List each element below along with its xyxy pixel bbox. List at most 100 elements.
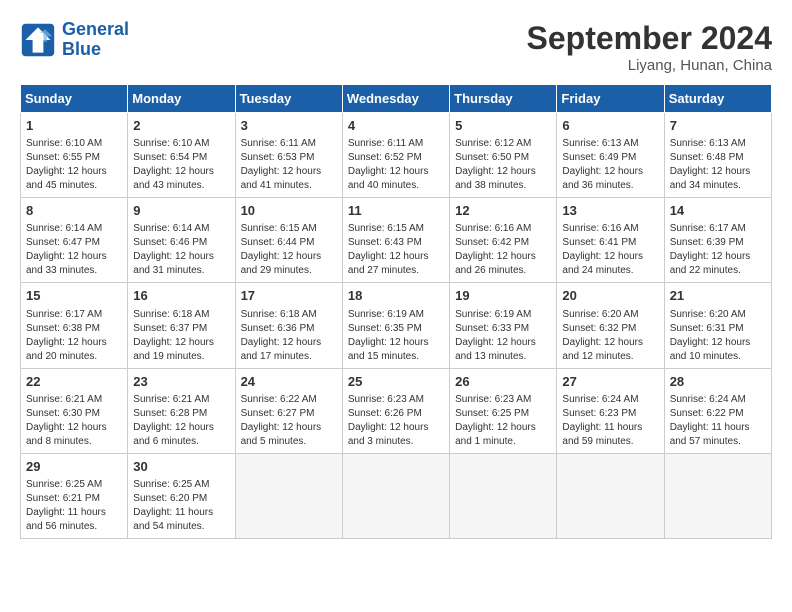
title-block: September 2024 Liyang, Hunan, China <box>527 20 772 74</box>
day-number: 4 <box>348 117 444 135</box>
calendar-day-cell: 17 Sunrise: 6:18 AM Sunset: 6:36 PM Dayli… <box>235 283 342 368</box>
day-number: 19 <box>455 287 551 305</box>
day-number: 6 <box>562 117 658 135</box>
day-number: 17 <box>241 287 337 305</box>
day-info: Sunrise: 6:16 AM Sunset: 6:42 PM Dayligh… <box>455 222 551 278</box>
calendar-day-cell <box>557 453 664 538</box>
day-number: 20 <box>562 287 658 305</box>
calendar-day-cell: 2Sunrise: 6:10 AM Sunset: 6:54 PM Daylig… <box>128 113 235 198</box>
calendar-day-cell: 3 Sunrise: 6:11 AM Sunset: 6:53 PM Daylig… <box>235 113 342 198</box>
day-info: Sunrise: 6:23 AM Sunset: 6:25 PM Dayligh… <box>455 393 551 449</box>
day-info: Sunrise: 6:25 AM Sunset: 6:21 PM Dayligh… <box>26 478 122 534</box>
day-number: 25 <box>348 373 444 391</box>
day-number: 16 <box>133 287 229 305</box>
calendar-table: SundayMondayTuesdayWednesdayThursdayFrid… <box>20 84 772 539</box>
day-of-week-header: Monday <box>128 85 235 113</box>
location: Liyang, Hunan, China <box>527 57 772 74</box>
calendar-day-cell: 7 Sunrise: 6:13 AM Sunset: 6:48 PM Daylig… <box>664 113 771 198</box>
calendar-day-cell: 6 Sunrise: 6:13 AM Sunset: 6:49 PM Daylig… <box>557 113 664 198</box>
day-number: 8 <box>26 202 122 220</box>
day-info: Sunrise: 6:13 AM Sunset: 6:49 PM Dayligh… <box>562 137 658 193</box>
calendar-week-row: 15Sunrise: 6:17 AM Sunset: 6:38 PM Dayli… <box>21 283 772 368</box>
month-title: September 2024 <box>527 20 772 57</box>
day-info: Sunrise: 6:15 AM Sunset: 6:44 PM Dayligh… <box>241 222 337 278</box>
day-number: 30 <box>133 458 229 476</box>
calendar-day-cell: 28Sunrise: 6:24 AM Sunset: 6:22 PM Dayli… <box>664 368 771 453</box>
day-info: Sunrise: 6:12 AM Sunset: 6:50 PM Dayligh… <box>455 137 551 193</box>
calendar-header-row: SundayMondayTuesdayWednesdayThursdayFrid… <box>21 85 772 113</box>
calendar-day-cell: 9Sunrise: 6:14 AM Sunset: 6:46 PM Daylig… <box>128 198 235 283</box>
calendar-day-cell: 11Sunrise: 6:15 AM Sunset: 6:43 PM Dayli… <box>342 198 449 283</box>
page-header: General Blue September 2024 Liyang, Huna… <box>20 20 772 74</box>
day-info: Sunrise: 6:18 AM Sunset: 6:37 PM Dayligh… <box>133 308 229 364</box>
day-of-week-header: Saturday <box>664 85 771 113</box>
calendar-day-cell: 19 Sunrise: 6:19 AM Sunset: 6:33 PM Dayli… <box>450 283 557 368</box>
day-info: Sunrise: 6:10 AM Sunset: 6:55 PM Dayligh… <box>26 137 122 193</box>
day-number: 24 <box>241 373 337 391</box>
calendar-day-cell: 20 Sunrise: 6:20 AM Sunset: 6:32 PM Dayli… <box>557 283 664 368</box>
day-info: Sunrise: 6:24 AM Sunset: 6:22 PM Dayligh… <box>670 393 766 449</box>
calendar-week-row: 8 Sunrise: 6:14 AM Sunset: 6:47 PM Daylig… <box>21 198 772 283</box>
day-info: Sunrise: 6:21 AM Sunset: 6:30 PM Dayligh… <box>26 393 122 449</box>
day-number: 14 <box>670 202 766 220</box>
day-number: 23 <box>133 373 229 391</box>
day-info: Sunrise: 6:19 AM Sunset: 6:35 PM Dayligh… <box>348 308 444 364</box>
day-info: Sunrise: 6:14 AM Sunset: 6:47 PM Dayligh… <box>26 222 122 278</box>
day-number: 1 <box>26 117 122 135</box>
day-info: Sunrise: 6:16 AM Sunset: 6:41 PM Dayligh… <box>562 222 658 278</box>
day-info: Sunrise: 6:23 AM Sunset: 6:26 PM Dayligh… <box>348 393 444 449</box>
day-number: 18 <box>348 287 444 305</box>
calendar-week-row: 22Sunrise: 6:21 AM Sunset: 6:30 PM Dayli… <box>21 368 772 453</box>
day-number: 10 <box>241 202 337 220</box>
day-number: 27 <box>562 373 658 391</box>
day-number: 26 <box>455 373 551 391</box>
calendar-day-cell: 1 Sunrise: 6:10 AM Sunset: 6:55 PM Daylig… <box>21 113 128 198</box>
calendar-day-cell: 25 Sunrise: 6:23 AM Sunset: 6:26 PM Dayli… <box>342 368 449 453</box>
day-info: Sunrise: 6:20 AM Sunset: 6:32 PM Dayligh… <box>562 308 658 364</box>
day-of-week-header: Wednesday <box>342 85 449 113</box>
day-info: Sunrise: 6:17 AM Sunset: 6:38 PM Dayligh… <box>26 308 122 364</box>
calendar-day-cell: 30 Sunrise: 6:25 AM Sunset: 6:20 PM Dayli… <box>128 453 235 538</box>
day-info: Sunrise: 6:24 AM Sunset: 6:23 PM Dayligh… <box>562 393 658 449</box>
day-info: Sunrise: 6:17 AM Sunset: 6:39 PM Dayligh… <box>670 222 766 278</box>
day-info: Sunrise: 6:13 AM Sunset: 6:48 PM Dayligh… <box>670 137 766 193</box>
day-of-week-header: Friday <box>557 85 664 113</box>
day-info: Sunrise: 6:14 AM Sunset: 6:46 PM Dayligh… <box>133 222 229 278</box>
day-of-week-header: Sunday <box>21 85 128 113</box>
calendar-day-cell <box>450 453 557 538</box>
day-info: Sunrise: 6:22 AM Sunset: 6:27 PM Dayligh… <box>241 393 337 449</box>
calendar-day-cell: 4 Sunrise: 6:11 AM Sunset: 6:52 PM Daylig… <box>342 113 449 198</box>
calendar-day-cell <box>235 453 342 538</box>
day-number: 7 <box>670 117 766 135</box>
calendar-day-cell: 13Sunrise: 6:16 AM Sunset: 6:41 PM Dayli… <box>557 198 664 283</box>
calendar-week-row: 1 Sunrise: 6:10 AM Sunset: 6:55 PM Daylig… <box>21 113 772 198</box>
logo: General Blue <box>20 20 129 60</box>
day-number: 3 <box>241 117 337 135</box>
calendar-week-row: 29 Sunrise: 6:25 AM Sunset: 6:21 PM Dayli… <box>21 453 772 538</box>
calendar-day-cell: 21 Sunrise: 6:20 AM Sunset: 6:31 PM Dayli… <box>664 283 771 368</box>
logo-icon <box>20 22 56 58</box>
day-of-week-header: Thursday <box>450 85 557 113</box>
calendar-day-cell: 14 Sunrise: 6:17 AM Sunset: 6:39 PM Dayli… <box>664 198 771 283</box>
calendar-day-cell: 12 Sunrise: 6:16 AM Sunset: 6:42 PM Dayli… <box>450 198 557 283</box>
calendar-day-cell: 16 Sunrise: 6:18 AM Sunset: 6:37 PM Dayli… <box>128 283 235 368</box>
calendar-day-cell: 5Sunrise: 6:12 AM Sunset: 6:50 PM Daylig… <box>450 113 557 198</box>
calendar-day-cell <box>342 453 449 538</box>
day-of-week-header: Tuesday <box>235 85 342 113</box>
calendar-day-cell: 15Sunrise: 6:17 AM Sunset: 6:38 PM Dayli… <box>21 283 128 368</box>
day-number: 29 <box>26 458 122 476</box>
day-info: Sunrise: 6:11 AM Sunset: 6:52 PM Dayligh… <box>348 137 444 193</box>
day-number: 21 <box>670 287 766 305</box>
day-info: Sunrise: 6:11 AM Sunset: 6:53 PM Dayligh… <box>241 137 337 193</box>
calendar-day-cell: 29 Sunrise: 6:25 AM Sunset: 6:21 PM Dayli… <box>21 453 128 538</box>
logo-text: General Blue <box>62 20 129 60</box>
calendar-day-cell: 22Sunrise: 6:21 AM Sunset: 6:30 PM Dayli… <box>21 368 128 453</box>
day-info: Sunrise: 6:18 AM Sunset: 6:36 PM Dayligh… <box>241 308 337 364</box>
day-info: Sunrise: 6:20 AM Sunset: 6:31 PM Dayligh… <box>670 308 766 364</box>
day-info: Sunrise: 6:19 AM Sunset: 6:33 PM Dayligh… <box>455 308 551 364</box>
day-number: 12 <box>455 202 551 220</box>
day-info: Sunrise: 6:15 AM Sunset: 6:43 PM Dayligh… <box>348 222 444 278</box>
calendar-day-cell: 23 Sunrise: 6:21 AM Sunset: 6:28 PM Dayli… <box>128 368 235 453</box>
day-info: Sunrise: 6:21 AM Sunset: 6:28 PM Dayligh… <box>133 393 229 449</box>
day-info: Sunrise: 6:25 AM Sunset: 6:20 PM Dayligh… <box>133 478 229 534</box>
